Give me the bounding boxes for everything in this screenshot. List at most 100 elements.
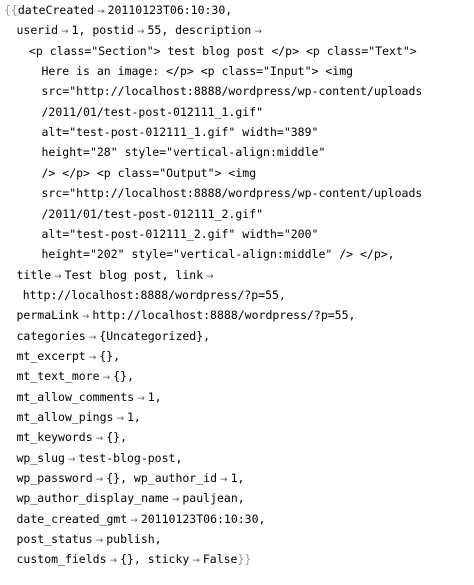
output-line: title → Test blog post, link →	[17, 266, 217, 284]
open-brace: {{	[4, 3, 18, 17]
output-line: wp_slug → test-blog-post,	[17, 449, 183, 467]
rule-key: wp_author_id	[133, 471, 218, 486]
rule-value: {},	[106, 471, 134, 486]
rule-value: http://localhost:8888/wordpress/?p=55,	[92, 308, 356, 323]
rule-key: post_status	[16, 532, 93, 547]
rule-arrow-icon: →	[171, 495, 180, 506]
rule-value: <p class="Section"> test blog post </p> …	[29, 43, 417, 58]
rule-arrow-icon: →	[130, 515, 138, 526]
rule-key: mt_allow_comments	[16, 389, 135, 404]
output-line: date_created_gmt → 20110123T06:10:30,	[17, 510, 266, 528]
rule-value: src="http://localhost:8888/wordpress/wp-…	[41, 186, 423, 201]
rule-value: 1,	[126, 410, 141, 424]
rule-value: /2011/01/test-post-012111_1.gif"	[41, 104, 264, 119]
rule-value: alt="test-post-012111_2.gif" width="200"	[41, 226, 319, 241]
rule-value: False	[202, 552, 238, 567]
rule-value: /2011/01/test-post-012111_2.gif"	[41, 206, 264, 221]
rule-key: postid	[92, 23, 134, 38]
rule-arrow-icon: →	[254, 27, 262, 38]
rule-key: wp_slug	[16, 450, 65, 465]
output-line: userid → 1, postid → 55, description →	[17, 21, 265, 39]
rule-arrow-icon: →	[88, 352, 97, 363]
rule-key: description	[175, 23, 252, 38]
rule-key: mt_excerpt	[16, 348, 86, 363]
output-line: src="http://localhost:8888/wordpress/wp-…	[42, 82, 423, 100]
rule-key: dateCreated	[17, 3, 95, 17]
output-line: wp_author_display_name → pauljean,	[17, 489, 245, 507]
rule-value: {},	[99, 348, 121, 363]
rule-value: src="http://localhost:8888/wordpress/wp-…	[41, 84, 423, 99]
rule-key: date_created_gmt	[16, 511, 128, 526]
rule-value: Here is an image: </p> <p class="Input">…	[41, 64, 354, 79]
rule-key: mt_text_more	[16, 369, 100, 384]
rule-arrow-icon: →	[206, 271, 214, 282]
expression-output[interactable]: {{dateCreated → 20110123T06:10:30, userid → 1…	[0, 0, 474, 585]
rule-key: wp_author_display_name	[16, 491, 169, 506]
output-line: custom_fields → {}, sticky → False}}	[17, 550, 252, 568]
rule-arrow-icon: →	[192, 556, 200, 567]
output-line: height="28" style="vertical-align:middle…	[42, 143, 326, 161]
output-line: mt_allow_comments → 1,	[17, 388, 162, 406]
output-line: http://localhost:8888/wordpress/?p=55,	[23, 286, 286, 304]
rule-value: 55,	[147, 23, 176, 38]
rule-arrow-icon: →	[95, 434, 104, 445]
output-line: /> </p> <p class="Output"> <img	[42, 164, 257, 182]
output-line: wp_password → {}, wp_author_id → 1,	[17, 469, 245, 487]
rule-value: Test blog post,	[64, 267, 176, 282]
rule-arrow-icon: →	[136, 27, 145, 38]
output-line: {{dateCreated → 20110123T06:10:30,	[4, 1, 232, 19]
output-line: /2011/01/test-post-012111_1.gif"	[42, 103, 264, 121]
rule-value: test-blog-post,	[78, 450, 183, 465]
output-line: mt_text_more → {},	[17, 367, 134, 385]
output-line: alt="test-post-012111_1.gif" width="389"	[42, 123, 319, 141]
rule-arrow-icon: →	[54, 271, 62, 282]
output-line: Here is an image: </p> <p class="Input">…	[42, 62, 354, 80]
rule-key: categories	[16, 328, 86, 343]
rule-key: userid	[16, 23, 59, 38]
output-line: mt_allow_pings → 1,	[17, 408, 141, 426]
rule-value: http://localhost:8888/wordpress/?p=55,	[22, 287, 286, 302]
rule-arrow-icon: →	[97, 7, 105, 17]
rule-key: wp_password	[16, 471, 93, 486]
rule-value: height="28" style="vertical-align:middle…	[41, 145, 326, 160]
output-line: permaLink → http://localhost:8888/wordpres…	[17, 306, 356, 324]
rule-value: {Uncategorized},	[99, 328, 211, 343]
rule-arrow-icon: →	[95, 475, 104, 486]
rule-arrow-icon: →	[88, 332, 97, 343]
rule-key: custom_fields	[16, 552, 107, 567]
rule-value: 20110123T06:10:30,	[107, 3, 233, 17]
rule-value: height="202" style="vertical-align:middl…	[41, 247, 395, 262]
output-line: <p class="Section"> test blog post </p> …	[29, 42, 417, 60]
rule-key: mt_keywords	[16, 430, 93, 445]
output-line: alt="test-post-012111_2.gif" width="200"	[42, 225, 319, 243]
rule-value: /> </p> <p class="Output"> <img	[41, 165, 257, 180]
rule-value: {},	[106, 430, 127, 445]
rule-value: alt="test-post-012111_1.gif" width="389"	[41, 125, 319, 140]
close-brace: }}	[237, 552, 252, 567]
rule-arrow-icon: →	[109, 556, 118, 567]
rule-value: publish,	[106, 532, 162, 547]
rule-key: title	[16, 267, 52, 282]
rule-arrow-icon: →	[102, 373, 111, 384]
rule-value: 1,	[71, 23, 93, 38]
rule-arrow-icon: →	[61, 27, 69, 38]
rule-arrow-icon: →	[81, 312, 90, 323]
rule-value: 1,	[230, 471, 245, 486]
rule-key: sticky	[147, 552, 190, 567]
rule-value: {},	[113, 369, 134, 384]
rule-value: pauljean,	[182, 491, 245, 506]
rule-arrow-icon: →	[116, 414, 124, 424]
rule-value: 20110123T06:10:30,	[140, 511, 266, 526]
output-line: mt_keywords → {},	[17, 428, 128, 446]
rule-value: {},	[120, 552, 148, 567]
rule-key: permaLink	[16, 308, 79, 323]
output-line: /2011/01/test-post-012111_2.gif"	[42, 205, 264, 223]
rule-key: link	[175, 267, 204, 282]
output-line: post_status → publish,	[17, 530, 162, 548]
output-line: categories → {Uncategorized},	[17, 327, 211, 345]
rule-key: mt_allow_pings	[16, 410, 114, 424]
rule-arrow-icon: →	[220, 475, 228, 486]
output-line: mt_excerpt → {},	[17, 347, 121, 365]
rule-arrow-icon: →	[67, 454, 76, 465]
rule-value: 1,	[147, 389, 162, 404]
